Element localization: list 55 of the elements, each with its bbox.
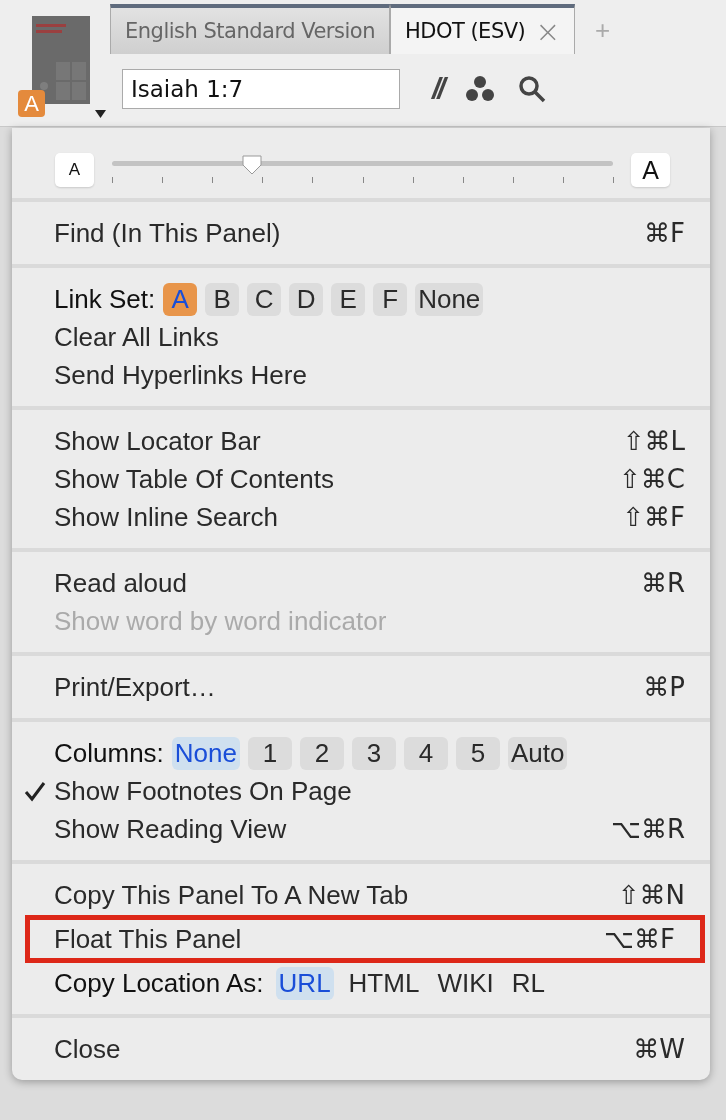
larger-font-button[interactable]: A [631, 153, 670, 187]
option-button[interactable]: E [331, 282, 366, 316]
tab[interactable]: HDOT (ESV) × [389, 4, 575, 54]
tab[interactable]: English Standard Version [110, 4, 390, 54]
menu-item[interactable]: Read aloud ⌘R [12, 564, 710, 602]
option-button[interactable]: C [247, 282, 282, 316]
menu-item[interactable]: Show Reading View ⌥⌘R [12, 810, 710, 848]
shortcut-text: ⌘F [644, 218, 685, 248]
option-button[interactable]: B [205, 282, 240, 316]
menu-item[interactable]: Close ⌘W [12, 1030, 710, 1068]
shortcut-text: ⇧⌘F [622, 502, 685, 532]
slider-thumb[interactable] [242, 155, 263, 175]
shortcut-text: ⌥⌘F [604, 924, 675, 954]
option-button[interactable]: None [415, 282, 484, 316]
highlighted-menu-item[interactable]: Float This Panel ⌥⌘F [30, 920, 700, 958]
option-label: Columns: [54, 737, 164, 769]
shortcut-text: ⌘W [633, 1034, 685, 1064]
shortcut-text: ⇧⌘C [619, 464, 685, 494]
option-button[interactable]: F [373, 282, 408, 316]
option-button[interactable]: 1 [248, 736, 292, 770]
tab-label: English Standard Version [125, 19, 375, 43]
option-button[interactable]: None [171, 736, 240, 770]
shortcut-text: ⇧⌘L [622, 426, 685, 456]
option-button[interactable]: 4 [404, 736, 448, 770]
caret-icon[interactable] [95, 110, 106, 118]
option-button[interactable]: RL [508, 966, 548, 1000]
option-label: Link Set: [54, 283, 156, 315]
option-button[interactable]: WIKI [434, 966, 497, 1000]
circles-icon[interactable] [464, 74, 495, 104]
menu-item[interactable]: Show Locator Bar ⇧⌘L [12, 422, 710, 460]
reference-field[interactable]: Isaiah 1:7 [122, 69, 400, 109]
menu-item[interactable]: Find (In This Panel) ⌘F [12, 214, 710, 252]
menu-item[interactable]: Show Inline Search ⇧⌘F [12, 498, 710, 536]
option-button[interactable]: D [289, 282, 324, 316]
option-label: Copy Location As: [54, 967, 264, 999]
font-size-slider[interactable] [112, 157, 613, 183]
menu-item[interactable]: Print/Export… ⌘P [12, 668, 710, 706]
shortcut-text: ⌘P [643, 672, 685, 702]
tab-label: HDOT (ESV) [404, 19, 526, 43]
menu-item[interactable]: Clear All Links [12, 318, 710, 356]
menu-item[interactable]: Copy This Panel To A New Tab ⇧⌘N [12, 876, 710, 914]
option-button[interactable]: 5 [456, 736, 500, 770]
menu-item[interactable]: Show Footnotes On Page [12, 772, 710, 810]
shortcut-text: ⌘R [640, 568, 685, 598]
shortcut-text: ⌥⌘R [610, 814, 685, 844]
option-button[interactable]: HTML [345, 966, 423, 1000]
search-icon[interactable] [516, 74, 547, 104]
menu-item[interactable]: Show Table Of Contents ⇧⌘C [12, 460, 710, 498]
shortcut-text: ⇧⌘N [617, 880, 685, 910]
menu-item[interactable]: Send Hyperlinks Here [12, 356, 710, 394]
option-button[interactable]: URL [275, 966, 334, 1000]
smaller-font-button[interactable]: A [55, 153, 94, 187]
option-button[interactable]: Auto [508, 736, 568, 770]
option-button[interactable]: 3 [352, 736, 396, 770]
option-button[interactable]: 2 [300, 736, 344, 770]
